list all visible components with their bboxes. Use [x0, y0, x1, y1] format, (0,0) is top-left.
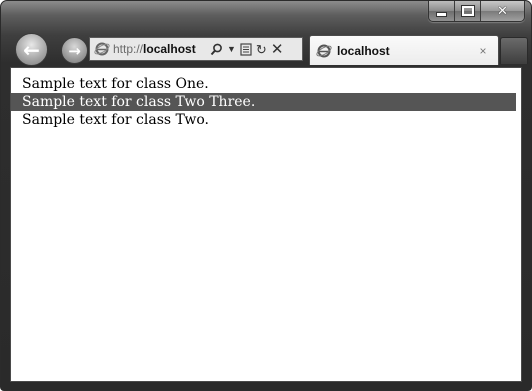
url-text[interactable]: http://localhost	[113, 42, 207, 56]
forward-button[interactable]: →	[61, 37, 88, 64]
close-window-button[interactable]: ✕	[480, 1, 524, 21]
minimize-icon	[436, 11, 447, 17]
close-icon: ✕	[497, 3, 508, 19]
search-icon[interactable]	[210, 43, 223, 56]
ie-page-icon	[94, 42, 110, 56]
address-bar[interactable]: http://localhost ▼ ↻ ✕	[89, 37, 303, 61]
tab-title: localhost	[337, 43, 390, 58]
maximize-button[interactable]	[454, 1, 480, 21]
page-content: Sample text for class One. Sample text f…	[10, 67, 522, 382]
url-protocol: http://	[113, 42, 144, 56]
compatibility-view-icon[interactable]	[240, 42, 252, 56]
maximize-icon	[460, 5, 475, 17]
back-button[interactable]: ←	[15, 33, 48, 66]
dropdown-arrow-icon[interactable]: ▼	[227, 44, 236, 54]
address-tools: ▼ ↻ ✕	[210, 42, 283, 57]
text-line-class-one: Sample text for class One.	[22, 76, 209, 92]
arrow-right-icon: →	[68, 41, 81, 60]
arrow-left-icon: ←	[23, 37, 40, 62]
refresh-icon[interactable]: ↻	[256, 43, 267, 56]
text-line-class-two: Sample text for class Two.	[22, 112, 209, 128]
ie-tab-icon	[316, 44, 332, 57]
tab-localhost[interactable]: localhost ×	[309, 35, 499, 65]
url-host: localhost	[143, 42, 196, 56]
text-line-class-two-three: Sample text for class Two Three.	[11, 93, 516, 111]
tab-close-icon[interactable]: ×	[474, 44, 492, 58]
browser-window: ✕ ← → http://localhost ▼ ↻ ✕ localhost ×…	[0, 0, 532, 391]
new-tab-button[interactable]	[500, 37, 528, 64]
minimize-button[interactable]	[429, 1, 454, 21]
stop-icon[interactable]: ✕	[271, 42, 284, 57]
window-controls: ✕	[428, 1, 525, 22]
